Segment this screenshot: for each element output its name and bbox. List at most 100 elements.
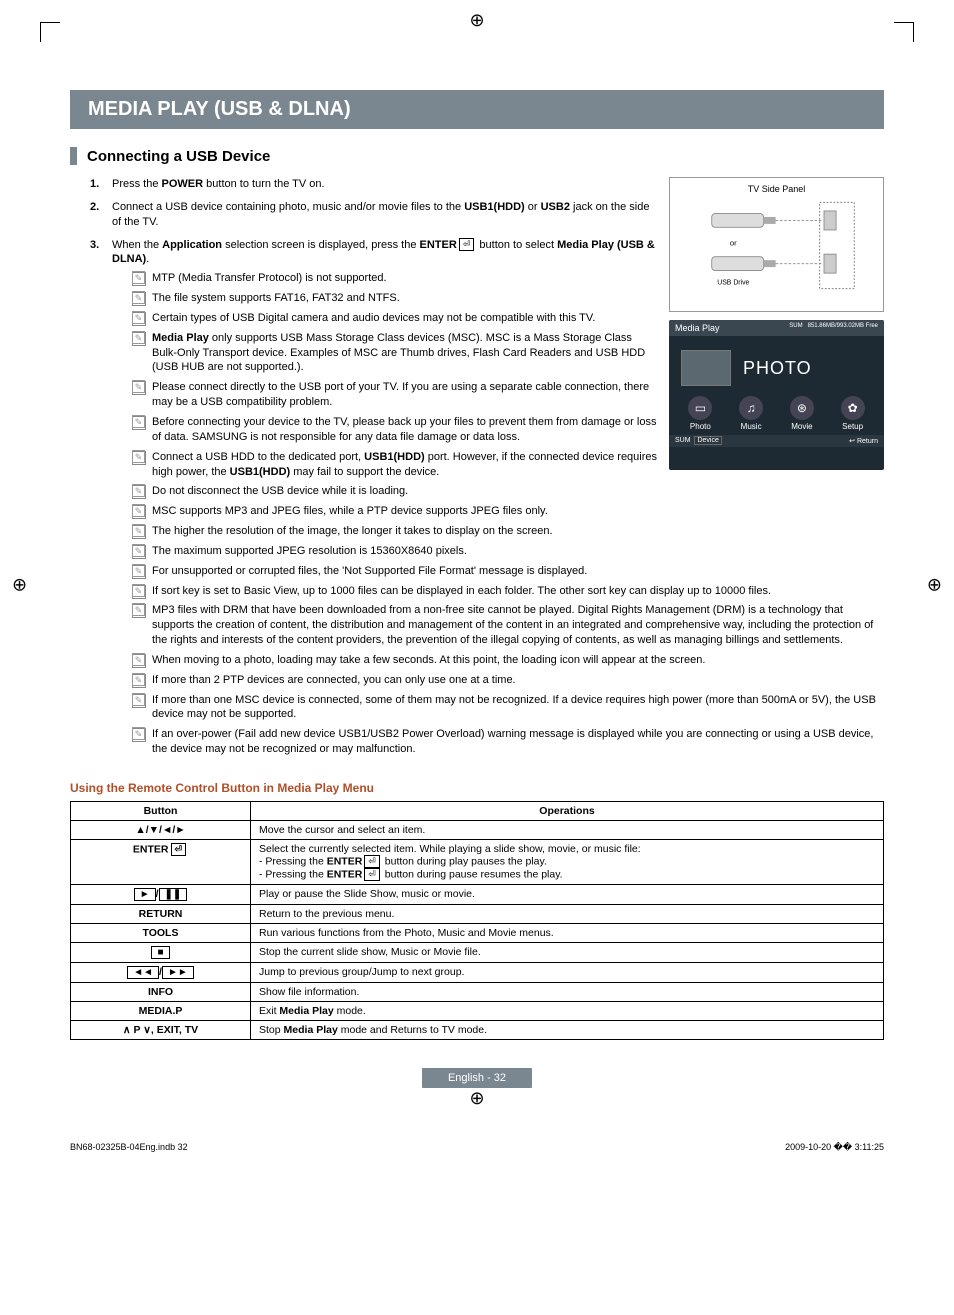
note-text: If an over-power (Fail add new device US…	[152, 728, 873, 755]
note-text: Please connect directly to the USB port …	[152, 381, 649, 408]
table-row: ►/❚❚Play or pause the Slide Show, music …	[71, 885, 884, 905]
note-text: Before connecting your device to the TV,…	[152, 416, 656, 443]
button-cell: ►/❚❚	[71, 885, 251, 905]
footer-timestamp: 2009-10-20 �� 3:11:25	[785, 1142, 884, 1153]
operation-cell: Move the cursor and select an item.	[251, 821, 884, 840]
note-text: For unsupported or corrupted files, the …	[152, 565, 587, 577]
table-row: INFOShow file information.	[71, 983, 884, 1002]
note-item: ✎ The file system supports FAT16, FAT32 a…	[132, 291, 884, 306]
button-cell: INFO	[71, 983, 251, 1002]
button-cell: ■	[71, 943, 251, 963]
section-heading-text: Connecting a USB Device	[87, 148, 270, 165]
note-item: ✎ Do not disconnect the USB device while …	[132, 484, 884, 499]
table-row: ■Stop the current slide show, Music or M…	[71, 943, 884, 963]
table-row: ∧ P ∨, EXIT, TVStop Media Play mode and …	[71, 1021, 884, 1040]
note-item: ✎ For unsupported or corrupted files, the…	[132, 564, 884, 579]
button-cell: ∧ P ∨, EXIT, TV	[71, 1021, 251, 1040]
note-icon: ✎	[132, 564, 145, 577]
step-item: 2. Connect a USB device containing photo,…	[90, 200, 884, 230]
operation-cell: Stop the current slide show, Music or Mo…	[251, 943, 884, 963]
note-text: When moving to a photo, loading may take…	[152, 654, 705, 666]
operation-cell: Select the currently selected item. Whil…	[251, 840, 884, 885]
note-icon: ✎	[132, 415, 145, 428]
operation-cell: Play or pause the Slide Show, music or m…	[251, 885, 884, 905]
note-item: ✎ If sort key is set to Basic View, up to…	[132, 584, 884, 599]
chapter-title: MEDIA PLAY (USB & DLNA)	[70, 90, 884, 129]
note-icon: ✎	[132, 380, 145, 393]
step-text: Press the POWER button to turn the TV on…	[112, 178, 325, 190]
operation-cell: Return to the previous menu.	[251, 905, 884, 924]
table-row: ENTER⏎Select the currently selected item…	[71, 840, 884, 885]
note-text: If sort key is set to Basic View, up to …	[152, 585, 771, 597]
table-header-operations: Operations	[251, 802, 884, 821]
table-row: ◄◄/►►Jump to previous group/Jump to next…	[71, 963, 884, 983]
operation-cell: Show file information.	[251, 983, 884, 1002]
note-icon: ✎	[132, 653, 145, 666]
note-item: ✎ Certain types of USB Digital camera and…	[132, 311, 884, 326]
note-icon: ✎	[132, 673, 145, 686]
button-cell: ENTER⏎	[71, 840, 251, 885]
step-text: Connect a USB device containing photo, m…	[112, 201, 649, 228]
button-cell: ◄◄/►►	[71, 963, 251, 983]
note-item: ✎ The maximum supported JPEG resolution i…	[132, 544, 884, 559]
note-text: Connect a USB HDD to the dedicated port,…	[152, 451, 657, 478]
note-item: ✎ MSC supports MP3 and JPEG files, while …	[132, 504, 884, 519]
table-body: ▲/▼/◄/►Move the cursor and select an ite…	[71, 821, 884, 1040]
note-item: ✎ Please connect directly to the USB port…	[132, 380, 884, 410]
step-number: 1.	[90, 177, 99, 192]
step-number: 2.	[90, 200, 99, 215]
note-text: The maximum supported JPEG resolution is…	[152, 545, 467, 557]
note-item: ✎MP3 files with DRM that have been downl…	[132, 603, 884, 648]
note-icon: ✎	[132, 311, 145, 324]
note-icon: ✎	[132, 271, 145, 284]
note-icon: ✎	[132, 584, 145, 597]
note-item: ✎ MTP (Media Transfer Protocol) is not su…	[132, 271, 884, 286]
note-item: ✎If more than one MSC device is connecte…	[132, 693, 884, 723]
note-icon: ✎	[132, 291, 145, 304]
page-number: English - 32	[422, 1068, 532, 1088]
note-text: Certain types of USB Digital camera and …	[152, 312, 595, 324]
note-text: MTP (Media Transfer Protocol) is not sup…	[152, 272, 387, 284]
note-item: ✎ Connect a USB HDD to the dedicated port…	[132, 450, 884, 480]
table-row: TOOLSRun various functions from the Phot…	[71, 924, 884, 943]
operation-cell: Run various functions from the Photo, Mu…	[251, 924, 884, 943]
registration-mark-icon: ⊕	[469, 1088, 484, 1109]
remote-buttons-table: Button Operations ▲/▼/◄/►Move the cursor…	[70, 801, 884, 1040]
note-text: Media Play only supports USB Mass Storag…	[152, 332, 645, 374]
note-icon: ✎	[132, 504, 145, 517]
step-number: 3.	[90, 238, 99, 253]
step-item: 1. Press the POWER button to turn the TV …	[90, 177, 884, 192]
note-icon: ✎	[132, 603, 145, 616]
note-text: The file system supports FAT16, FAT32 an…	[152, 292, 400, 304]
note-icon: ✎	[132, 331, 145, 344]
note-text: If more than one MSC device is connected…	[152, 694, 876, 721]
steps-list: 1. Press the POWER button to turn the TV …	[70, 177, 884, 757]
note-item: ✎ Before connecting your device to the TV…	[132, 415, 884, 445]
note-icon: ✎	[132, 544, 145, 557]
note-icon: ✎	[132, 524, 145, 537]
note-text: MSC supports MP3 and JPEG files, while a…	[152, 505, 548, 517]
operation-cell: Exit Media Play mode.	[251, 1002, 884, 1021]
footer-filename: BN68-02325B-04Eng.indb 32	[70, 1142, 188, 1153]
step-text: When the Application selection screen is…	[112, 239, 655, 266]
button-cell: RETURN	[71, 905, 251, 924]
table-row: RETURNReturn to the previous menu.	[71, 905, 884, 924]
note-item: ✎ If more than 2 PTP devices are connecte…	[132, 673, 884, 688]
step-item: 3. When the Application selection screen …	[90, 238, 884, 757]
button-cell: TOOLS	[71, 924, 251, 943]
button-cell: MEDIA.P	[71, 1002, 251, 1021]
note-item: ✎ If an over-power (Fail add new device U…	[132, 727, 884, 757]
note-text: The higher the resolution of the image, …	[152, 525, 553, 537]
table-row: ▲/▼/◄/►Move the cursor and select an ite…	[71, 821, 884, 840]
print-footer: BN68-02325B-04Eng.indb 32 2009-10-20 �� …	[0, 1138, 954, 1169]
note-icon: ✎	[132, 484, 145, 497]
button-cell: ▲/▼/◄/►	[71, 821, 251, 840]
section-heading: Connecting a USB Device	[70, 147, 884, 165]
note-icon: ✎	[132, 727, 145, 740]
notes-list: ✎ MTP (Media Transfer Protocol) is not su…	[112, 271, 884, 757]
note-text: If more than 2 PTP devices are connected…	[152, 674, 516, 686]
operation-cell: Stop Media Play mode and Returns to TV m…	[251, 1021, 884, 1040]
note-item: ✎ The higher the resolution of the image,…	[132, 524, 884, 539]
note-text: Do not disconnect the USB device while i…	[152, 485, 408, 497]
note-icon: ✎	[132, 450, 145, 463]
